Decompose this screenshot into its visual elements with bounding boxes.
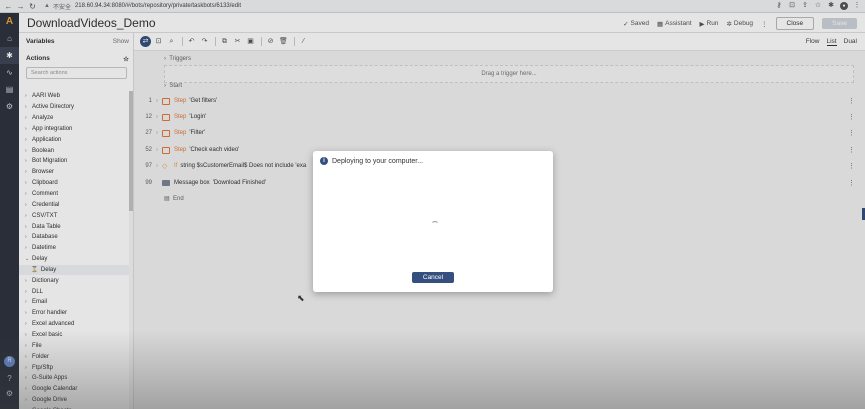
bottom-shade [0, 330, 865, 409]
mouse-cursor-icon: ⬉ [297, 293, 305, 303]
deploy-dialog: i Deploying to your computer... Cancel [313, 151, 553, 292]
cancel-button[interactable]: Cancel [412, 272, 454, 283]
deploy-message: Deploying to your computer... [332, 157, 424, 165]
loading-spinner-icon [431, 221, 439, 229]
info-icon: i [320, 157, 328, 165]
